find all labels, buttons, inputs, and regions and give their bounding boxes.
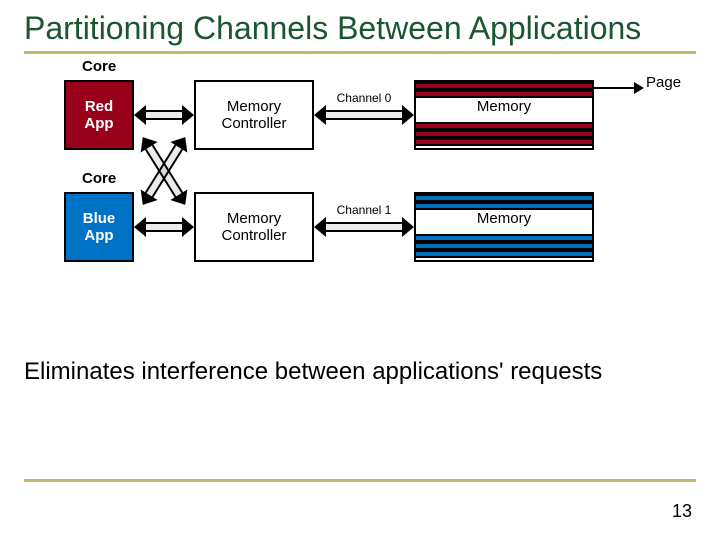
arrow-blue-mc1: [134, 217, 194, 237]
channel-0-label: Channel 0: [324, 91, 404, 105]
channel-1-label: Channel 1: [324, 203, 404, 217]
mem1-stripe: [416, 234, 592, 242]
mc1-label: Memory Controller: [221, 210, 286, 244]
red-app-box: Red App: [64, 80, 134, 150]
page-arrow: [594, 82, 644, 94]
mem1-label: Memory: [416, 210, 592, 227]
page-label: Page: [646, 74, 681, 91]
bottom-underline: [24, 479, 696, 482]
mem0-stripe: [416, 130, 592, 138]
mem1-stripe: [416, 194, 592, 202]
title-underline: [24, 51, 696, 54]
blue-app-box: Blue App: [64, 192, 134, 262]
slide: Partitioning Channels Between Applicatio…: [0, 0, 720, 540]
mem0-stripe: [416, 90, 592, 98]
core-label-bottom: Core: [82, 170, 116, 187]
mem0-stripe: [416, 122, 592, 130]
mem-controller-0: Memory Controller: [194, 80, 314, 150]
mem0-label: Memory: [416, 98, 592, 115]
mem0-stripe: [416, 138, 592, 146]
mem1-stripe: [416, 242, 592, 250]
arrow-red-mc0: [134, 105, 194, 125]
arrow-channel-0: Channel 0: [314, 105, 414, 125]
mem1-stripe: [416, 250, 592, 258]
red-app-label: Red App: [84, 98, 113, 132]
page-number: 13: [672, 501, 692, 522]
memory-box-0: Memory: [414, 80, 594, 150]
blue-app-label: Blue App: [83, 210, 116, 244]
mem1-stripe: [416, 202, 592, 210]
mem-controller-1: Memory Controller: [194, 192, 314, 262]
arrow-channel-1: Channel 1: [314, 217, 414, 237]
memory-box-1: Memory: [414, 192, 594, 262]
mem0-stripe: [416, 82, 592, 90]
slide-title: Partitioning Channels Between Applicatio…: [24, 10, 696, 47]
diagram: Core Core Red App Blue App Memory Contro…: [64, 58, 704, 318]
body-text: Eliminates interference between applicat…: [24, 358, 696, 386]
core-label-top: Core: [82, 58, 116, 75]
mc0-label: Memory Controller: [221, 98, 286, 132]
